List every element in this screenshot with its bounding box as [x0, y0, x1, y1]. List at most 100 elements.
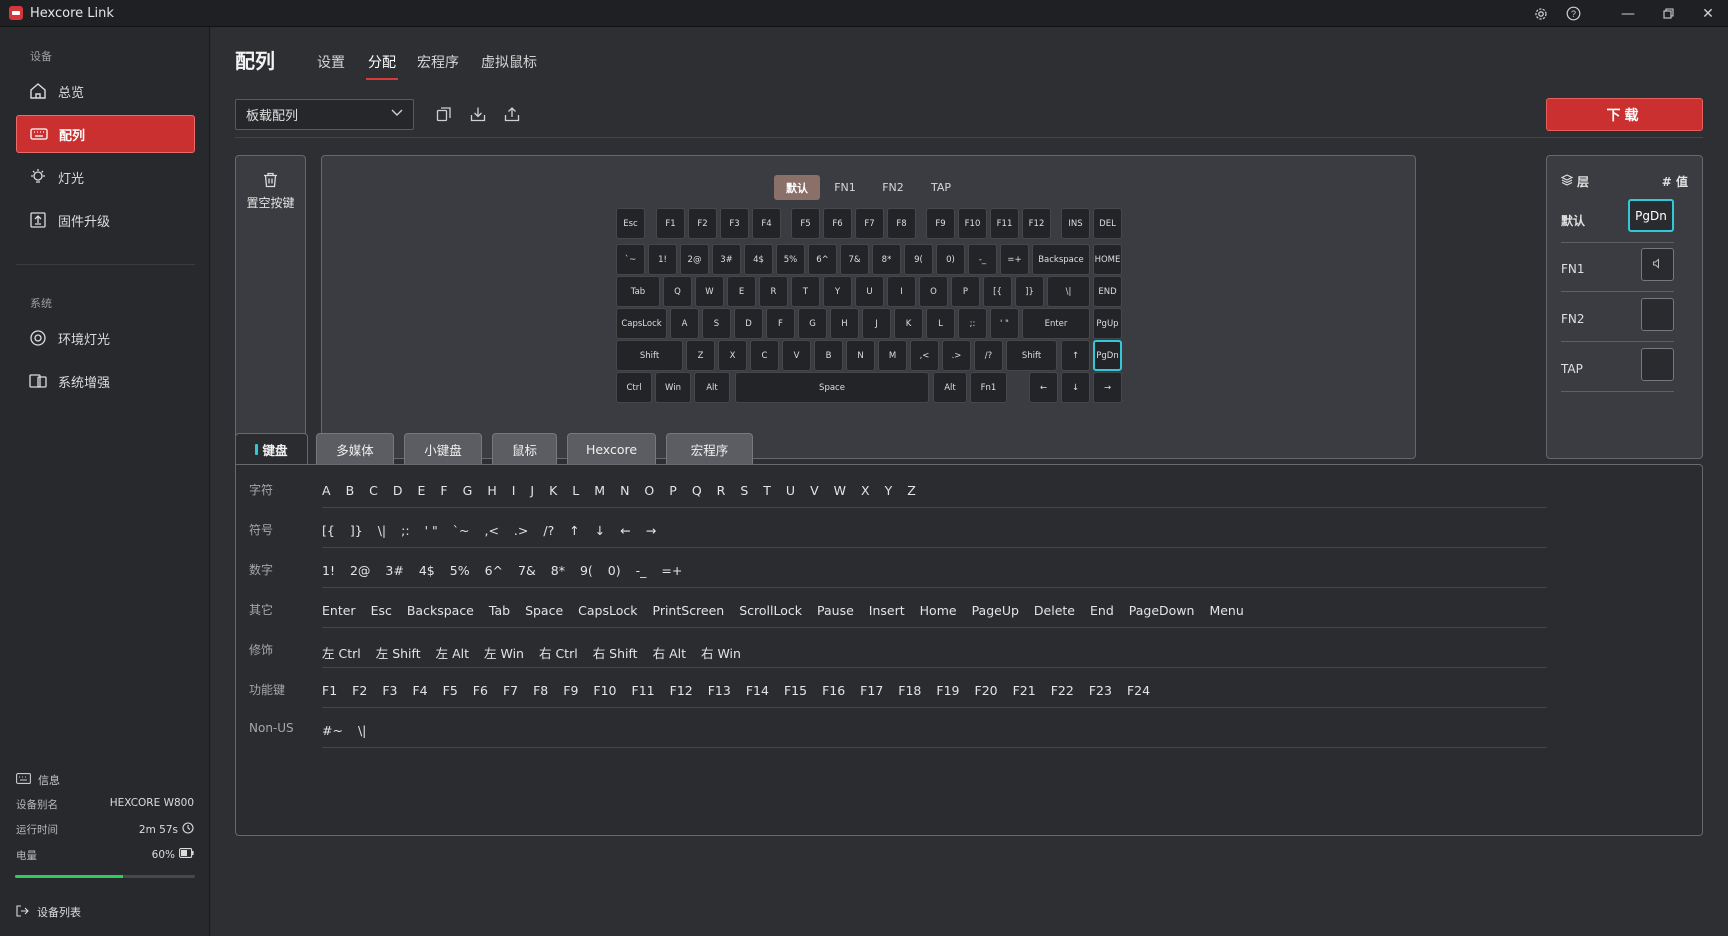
tab-macro[interactable]: 宏程序 — [417, 52, 459, 72]
key-row0-5[interactable]: F5 — [791, 208, 820, 239]
key-row1-9[interactable]: 9( — [904, 244, 933, 275]
picker-key[interactable]: P — [669, 483, 677, 498]
sidebar-item-layout[interactable]: 配列 — [16, 115, 195, 153]
key-row3-7[interactable]: J — [862, 308, 891, 339]
picker-key[interactable]: H — [487, 483, 496, 498]
key-row4-8[interactable]: ,< — [910, 340, 939, 371]
key-row4-4[interactable]: V — [782, 340, 811, 371]
tab-numpad[interactable]: 小键盘 — [404, 433, 482, 465]
layer-row-default-key[interactable]: PgDn — [1628, 199, 1674, 232]
picker-key[interactable]: Space — [525, 603, 563, 618]
key-row2-11[interactable]: [{ — [983, 276, 1012, 307]
key-row4-12[interactable]: ↑ — [1061, 340, 1090, 371]
picker-key[interactable]: PageDown — [1129, 603, 1195, 618]
key-row5-4[interactable]: Alt — [933, 372, 967, 403]
picker-key[interactable]: Y — [885, 483, 893, 498]
key-row2-14[interactable]: END — [1093, 276, 1122, 307]
key-row4-1[interactable]: Z — [686, 340, 715, 371]
picker-key[interactable]: 左 Ctrl — [322, 643, 361, 662]
key-row2-10[interactable]: P — [951, 276, 980, 307]
key-row5-5[interactable]: Fn1 — [970, 372, 1007, 403]
picker-key[interactable]: `~ — [453, 523, 470, 538]
picker-key[interactable]: 右 Win — [701, 643, 741, 662]
tab-macro-keys[interactable]: 宏程序 — [666, 433, 753, 465]
picker-key[interactable]: F2 — [352, 683, 367, 698]
layer-row-fn1-key[interactable] — [1641, 248, 1674, 281]
key-row3-4[interactable]: F — [766, 308, 795, 339]
key-row1-0[interactable]: `~ — [616, 244, 645, 275]
picker-key[interactable]: F5 — [443, 683, 458, 698]
picker-key[interactable]: F16 — [822, 683, 845, 698]
key-row3-0[interactable]: CapsLock — [616, 308, 667, 339]
picker-key[interactable]: =+ — [661, 563, 682, 578]
export-icon[interactable] — [503, 105, 521, 123]
picker-key[interactable]: 左 Shift — [376, 643, 421, 662]
picker-key[interactable]: \| — [358, 723, 366, 738]
picker-key[interactable]: Tab — [489, 603, 510, 618]
key-row0-0[interactable]: Esc — [616, 208, 645, 239]
picker-key[interactable]: W — [834, 483, 846, 498]
picker-key[interactable]: V — [810, 483, 819, 498]
key-row1-7[interactable]: 7& — [840, 244, 869, 275]
key-row5-6[interactable]: ← — [1029, 372, 1058, 403]
sidebar-item-lighting[interactable]: 灯光 — [16, 158, 195, 196]
key-row5-2[interactable]: Alt — [694, 372, 730, 403]
key-row1-12[interactable]: =+ — [1000, 244, 1029, 275]
key-row0-14[interactable]: DEL — [1093, 208, 1122, 239]
restore-icon[interactable] — [1648, 0, 1688, 27]
key-row3-6[interactable]: H — [830, 308, 859, 339]
key-row1-4[interactable]: 4$ — [744, 244, 773, 275]
picker-key[interactable]: 左 Alt — [436, 643, 469, 662]
sidebar-item-ambient-light[interactable]: 环境灯光 — [16, 319, 195, 357]
key-row1-2[interactable]: 2@ — [680, 244, 709, 275]
key-row0-3[interactable]: F3 — [720, 208, 749, 239]
picker-key[interactable]: 0) — [608, 563, 621, 578]
picker-key[interactable]: C — [369, 483, 378, 498]
picker-key[interactable]: ]} — [350, 523, 363, 538]
key-row3-10[interactable]: ;: — [958, 308, 987, 339]
key-row1-1[interactable]: 1! — [648, 244, 677, 275]
key-row0-4[interactable]: F4 — [752, 208, 781, 239]
picker-key[interactable]: \| — [378, 523, 386, 538]
picker-key[interactable]: → — [646, 523, 656, 538]
picker-key[interactable]: I — [512, 483, 516, 498]
key-row2-12[interactable]: ]} — [1015, 276, 1044, 307]
picker-key[interactable]: F7 — [503, 683, 518, 698]
key-row0-10[interactable]: F10 — [958, 208, 987, 239]
picker-key[interactable]: B — [346, 483, 355, 498]
picker-key[interactable]: Esc — [371, 603, 392, 618]
picker-key[interactable]: E — [418, 483, 426, 498]
key-row4-13[interactable]: PgDn — [1093, 340, 1122, 371]
key-row4-3[interactable]: C — [750, 340, 779, 371]
minimize-icon[interactable]: — — [1608, 0, 1648, 27]
picker-key[interactable]: F3 — [382, 683, 397, 698]
picker-key[interactable]: Menu — [1209, 603, 1243, 618]
device-list-link[interactable]: 设备列表 — [16, 904, 81, 920]
tab-multimedia[interactable]: 多媒体 — [316, 433, 394, 465]
key-row2-2[interactable]: W — [695, 276, 724, 307]
layer-tab-fn2[interactable]: FN2 — [872, 175, 914, 200]
key-row1-14[interactable]: HOME — [1093, 244, 1122, 275]
key-row0-11[interactable]: F11 — [990, 208, 1019, 239]
key-row2-9[interactable]: O — [919, 276, 948, 307]
key-row2-6[interactable]: Y — [823, 276, 852, 307]
picker-key[interactable]: PageUp — [972, 603, 1019, 618]
key-row4-9[interactable]: .> — [942, 340, 971, 371]
picker-key[interactable]: F14 — [746, 683, 769, 698]
key-row2-3[interactable]: E — [727, 276, 756, 307]
picker-key[interactable]: U — [786, 483, 795, 498]
picker-key[interactable]: F12 — [670, 683, 693, 698]
picker-key[interactable]: 1! — [322, 563, 335, 578]
picker-key[interactable]: 9( — [580, 563, 593, 578]
picker-key[interactable]: F20 — [975, 683, 998, 698]
picker-key[interactable]: ↑ — [569, 523, 579, 538]
picker-key[interactable]: L — [572, 483, 579, 498]
layer-row-tap-key[interactable] — [1641, 348, 1674, 381]
import-icon[interactable] — [469, 105, 487, 123]
key-row2-4[interactable]: R — [759, 276, 788, 307]
picker-key[interactable]: 右 Ctrl — [539, 643, 578, 662]
picker-key[interactable]: M — [594, 483, 605, 498]
picker-key[interactable]: F4 — [412, 683, 427, 698]
picker-key[interactable]: Insert — [869, 603, 905, 618]
key-row2-0[interactable]: Tab — [616, 276, 660, 307]
